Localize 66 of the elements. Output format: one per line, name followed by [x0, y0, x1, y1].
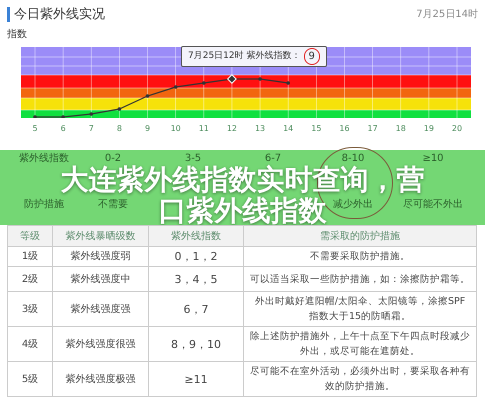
table-cell: 3，4，5 [148, 266, 244, 292]
table-cell: 紫外线强度强 [52, 292, 148, 326]
x-axis-label: 17 [368, 123, 378, 135]
table-cell: 2级 [8, 266, 52, 292]
table-cell: 0，1，2 [148, 246, 244, 266]
update-time: 7月25日14时 [416, 8, 478, 22]
legend-value: 3-5 [184, 153, 202, 164]
data-point [61, 115, 65, 118]
table-cell: 除上述防护措施外，上午十点至下午四点时段减少外出，或尽可能在遮荫处。 [244, 326, 476, 362]
table-cell: 尽可能不在室外活动，必须外出时，要采取各种有效的防护措施。 [244, 362, 476, 396]
x-axis-label: 10 [170, 123, 181, 135]
x-axis-label: 18 [396, 123, 406, 135]
tooltip-text: 7月25日12时 紫外线指数： [188, 50, 300, 63]
table-cell: 外出时戴好遮阳帽/太阳伞、太阳镜等，涂擦SPF指数大于15的防晒霜。 [244, 292, 476, 326]
table-cell: ≥11 [148, 362, 244, 396]
legend-value: 0-2 [104, 153, 122, 164]
x-axis-label: 9 [144, 123, 150, 135]
axis-label: 指数 [7, 28, 27, 42]
table-cell: 3级 [8, 292, 52, 326]
column-header: 紫外线指数 [148, 226, 244, 246]
x-axis-label: 20 [452, 123, 462, 135]
data-point [118, 107, 122, 111]
legend-value: 不需要 [98, 199, 128, 210]
x-axis-label: 12 [226, 123, 238, 135]
data-point [174, 85, 178, 89]
x-axis-label: 6 [60, 123, 66, 135]
x-axis-label: 7 [88, 123, 94, 135]
table-cell: 4级 [8, 326, 52, 362]
section-title: 今日紫外线实况 [14, 6, 105, 24]
x-axis-label: 11 [198, 123, 209, 135]
legend-header: 防护措施 [24, 199, 64, 210]
legend-value: 8-10 [342, 153, 364, 164]
x-axis-label: 16 [339, 123, 350, 135]
table-cell: 紫外线强度弱 [52, 246, 148, 266]
tooltip-value: 9 [304, 48, 320, 65]
table-cell: 紫外线强度极强 [52, 362, 148, 396]
column-header: 需采取的防护措施 [244, 226, 476, 246]
column-header: 紫外线暴晒级数 [52, 226, 148, 246]
data-point [258, 77, 262, 81]
table-cell: 可以适当采取一些防护措施，如：涂擦防护霜等。 [244, 266, 476, 292]
table-cell: 1级 [8, 246, 52, 266]
legend-header: 紫外线指数 [19, 153, 69, 164]
title-accent-bar [7, 7, 10, 22]
column-header: 等级 [8, 226, 52, 246]
legend-value: 6-7 [264, 153, 282, 164]
data-point [146, 94, 150, 98]
data-point [90, 112, 94, 116]
data-point [33, 115, 37, 118]
x-axis-label: 13 [254, 123, 266, 135]
data-point [202, 81, 206, 85]
table-cell: 6，7 [148, 292, 244, 326]
x-axis-label: 15 [311, 123, 322, 135]
legend-value: 尽可能不外出 [403, 199, 463, 210]
legend-value: 减少外出 [333, 199, 373, 210]
table-cell: 紫外线强度很强 [52, 326, 148, 362]
x-axis-label: 8 [116, 123, 122, 135]
table-cell: 8，9，10 [148, 326, 244, 362]
x-axis-label: 14 [283, 123, 294, 135]
table-cell: 紫外线强度中 [52, 266, 148, 292]
legend-value: ≥10 [422, 153, 444, 164]
table-cell: 5级 [8, 362, 52, 396]
x-axis-label: 5 [32, 123, 38, 135]
table-cell: 不需要采取防护措施。 [244, 246, 476, 266]
banner-title: 口紫外线指数 [158, 197, 326, 225]
x-axis-label: 19 [424, 123, 434, 135]
data-point [286, 81, 290, 85]
